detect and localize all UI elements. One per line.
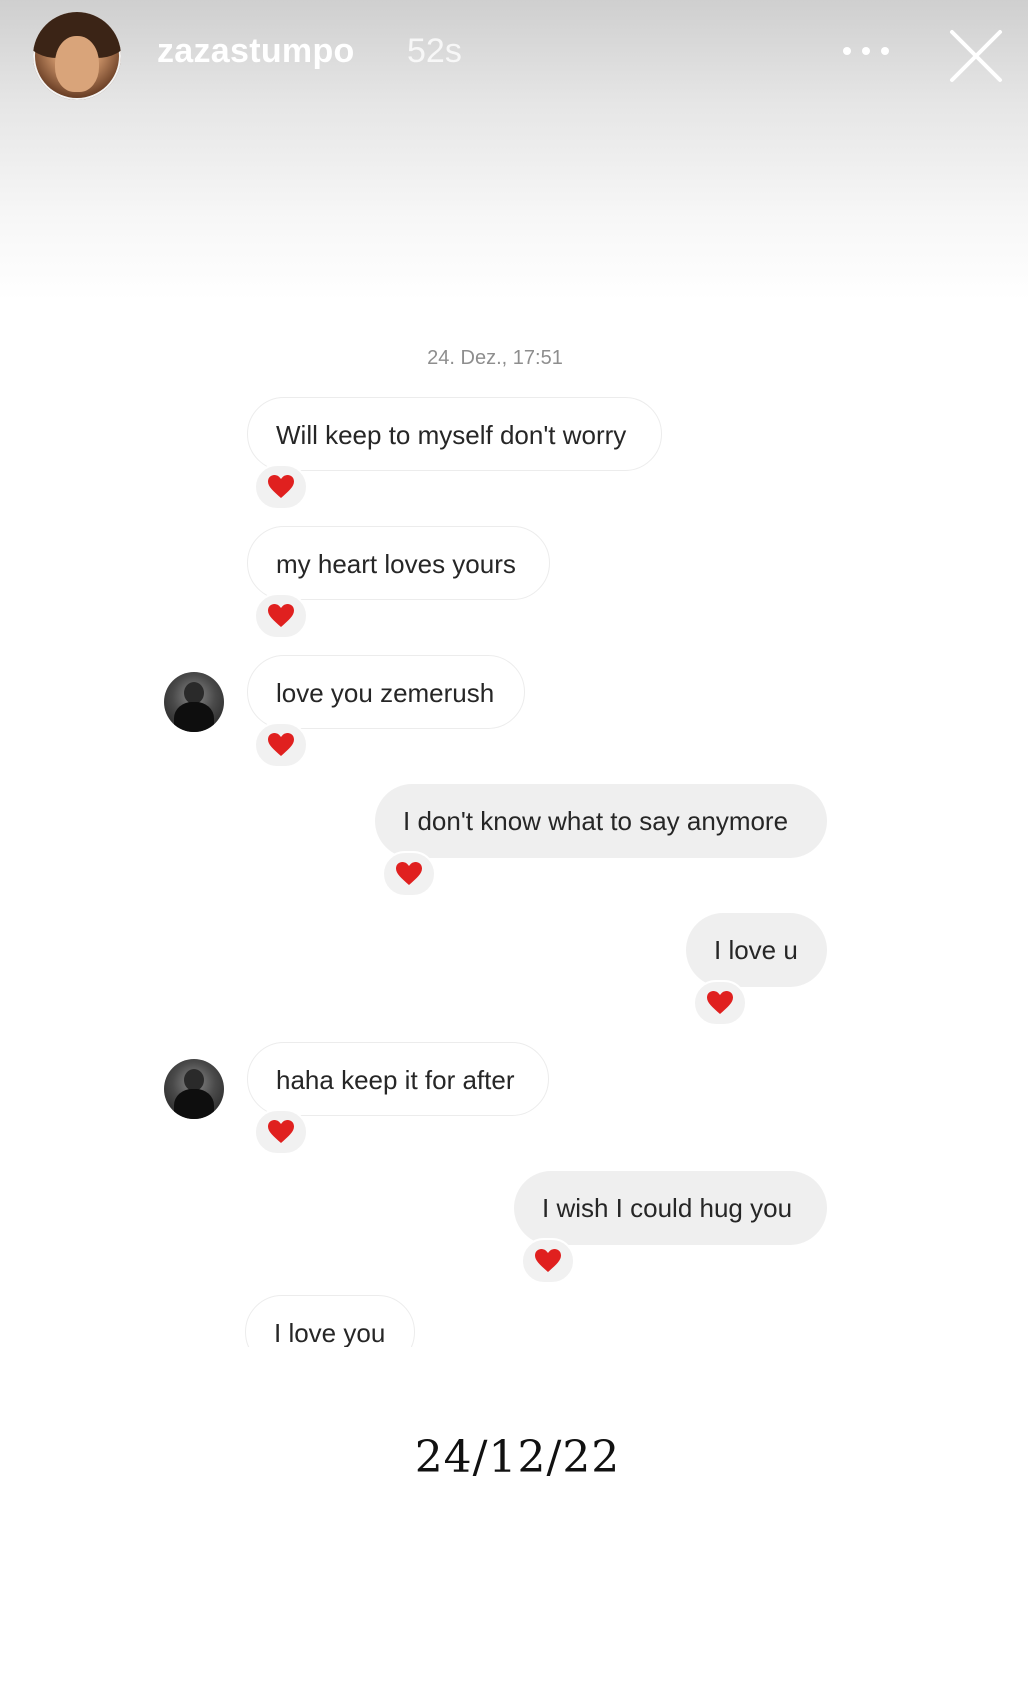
heart-icon (707, 991, 733, 1014)
avatar-head (184, 1069, 204, 1091)
sender-avatar[interactable] (164, 1059, 224, 1119)
reaction-heart[interactable] (254, 593, 308, 639)
story-caption-date: 24/12/22 (414, 1432, 621, 1483)
heart-icon (268, 733, 294, 756)
message-bubble[interactable]: haha keep it for after (247, 1042, 549, 1116)
story-username[interactable]: zazastumpo (157, 32, 355, 71)
more-options-icon[interactable] (843, 45, 889, 57)
heart-icon (268, 1120, 294, 1143)
message-bubble[interactable]: love you zemerush (247, 655, 525, 729)
avatar-face (55, 36, 99, 92)
message-partial-clip: I love you (240, 1295, 440, 1347)
message-bubble[interactable]: my heart loves yours (247, 526, 550, 600)
reaction-heart[interactable] (254, 464, 308, 510)
message-bubble[interactable]: I love you (245, 1295, 415, 1347)
message-bubble[interactable]: Will keep to myself don't worry (247, 397, 662, 471)
reaction-heart[interactable] (254, 1109, 308, 1155)
chat-timestamp: 24. Dez., 17:51 (427, 347, 563, 369)
heart-icon (396, 862, 422, 885)
story-author-avatar[interactable] (33, 12, 121, 100)
reaction-heart[interactable] (521, 1238, 575, 1284)
message-bubble[interactable]: I don't know what to say anymore (375, 784, 827, 858)
message-bubble[interactable]: I love u (686, 913, 827, 987)
story-time-ago: 52s (407, 32, 462, 70)
close-icon[interactable] (948, 28, 1004, 84)
dot (843, 47, 851, 55)
avatar-body (174, 1089, 214, 1119)
avatar-head (184, 682, 204, 704)
story-header: zazastumpo 52s (0, 0, 1028, 300)
heart-icon (268, 604, 294, 627)
dot (881, 47, 889, 55)
heart-icon (535, 1249, 561, 1272)
dot (862, 47, 870, 55)
avatar-body (174, 702, 214, 732)
story-viewer: zazastumpo 52s 24. Dez., 17:51 Will keep… (0, 0, 1028, 1695)
reaction-heart[interactable] (693, 980, 747, 1026)
sender-avatar[interactable] (164, 672, 224, 732)
message-bubble[interactable]: I wish I could hug you (514, 1171, 827, 1245)
reaction-heart[interactable] (254, 722, 308, 768)
reaction-heart[interactable] (382, 851, 436, 897)
heart-icon (268, 475, 294, 498)
